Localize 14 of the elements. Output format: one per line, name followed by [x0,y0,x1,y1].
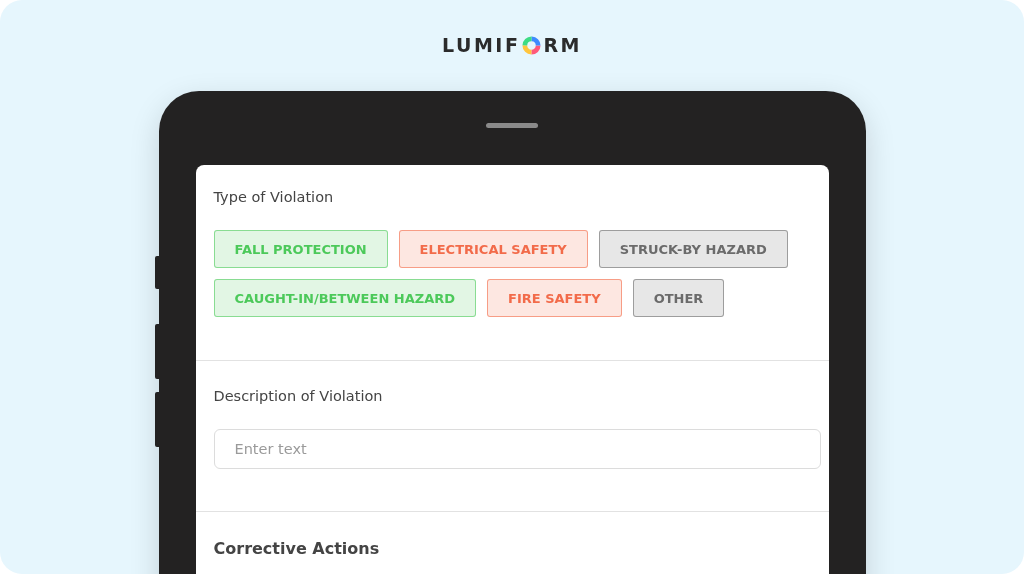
violation-chip[interactable]: CAUGHT-IN/BETWEEN HAZARD [213,279,477,317]
speaker-slot [486,123,538,128]
logo-ring-icon [522,35,542,55]
violation-chip[interactable]: OTHER [632,279,725,317]
violation-chip[interactable]: STRUCK-BY HAZARD [598,230,788,268]
violation-chip[interactable]: FIRE SAFETY [487,279,622,317]
description-field[interactable]: Enter text [213,429,821,469]
section-heading: Corrective Actions [213,539,381,558]
violation-chip[interactable]: FALL PROTECTION [213,230,388,268]
violation-chip[interactable]: ELECTRICAL SAFETY [398,230,588,268]
logo-text: RM [543,34,582,56]
logo-text: LUMIF [442,34,521,56]
field-label: Description of Violation [213,388,384,404]
field-label: Type of Violation [213,189,335,205]
